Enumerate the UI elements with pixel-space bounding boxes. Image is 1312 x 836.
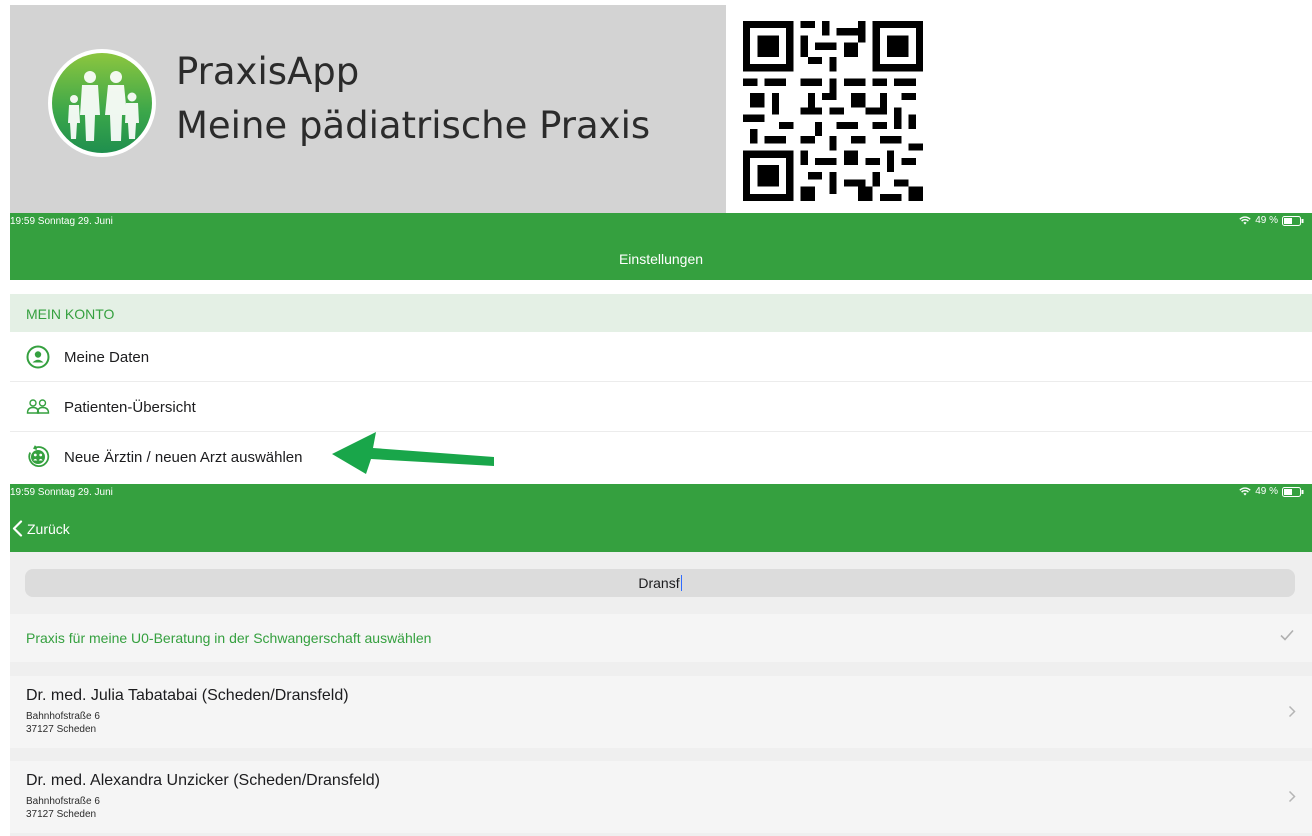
page-title: Einstellungen [618, 251, 704, 267]
search-nav-bar: 19:59 Sonntag 29. Juni 49 % Zurück [10, 484, 1312, 552]
search-results-view: Dransf Praxis für meine U0-Beratung in d… [10, 552, 1312, 836]
section-label: MEIN KONTO [26, 306, 115, 322]
status-time: 19:59 Sonntag 29. Juni [10, 216, 113, 227]
settings-item-label: Meine Daten [64, 349, 150, 366]
search-input-value: Dransf [638, 575, 680, 591]
u0-practice-option[interactable]: Praxis für meine U0-Beratung in der Schw… [10, 614, 1312, 662]
status-indicators: 49 % [1239, 215, 1304, 226]
battery-icon [1282, 486, 1304, 497]
settings-item-label: Neue Ärztin / neuen Arzt auswählen [64, 449, 303, 466]
checkmark-icon [1280, 629, 1294, 641]
battery-percent: 49 % [1255, 215, 1278, 226]
status-bar: 19:59 Sonntag 29. Juni 49 % [10, 484, 1312, 502]
settings-item-neue-aerztin[interactable]: Neue Ärztin / neuen Arzt auswählen [10, 432, 1312, 482]
status-bar: 19:59 Sonntag 29. Juni 49 % [10, 213, 1312, 231]
doctor-name: Dr. med. Alexandra Unzicker (Scheden/Dra… [26, 772, 380, 789]
arrow-annotation-icon [332, 432, 494, 474]
doctor-street: Bahnhofstraße 6 [26, 711, 100, 722]
battery-percent: 49 % [1255, 486, 1278, 497]
back-button[interactable]: Zurück [10, 518, 76, 539]
doctor-street: Bahnhofstraße 6 [26, 796, 100, 807]
back-label: Zurück [27, 520, 70, 537]
u0-option-label: Praxis für meine U0-Beratung in der Schw… [26, 630, 432, 646]
doctor-city: 37127 Scheden [26, 724, 97, 735]
wifi-icon [1239, 487, 1251, 496]
person-circle-icon [26, 345, 50, 369]
chevron-left-icon [12, 520, 23, 537]
doctor-city: 37127 Scheden [26, 809, 97, 820]
people-icon [26, 399, 50, 414]
status-indicators: 49 % [1239, 486, 1304, 497]
section-header-account: MEIN KONTO [10, 294, 1312, 332]
app-tagline: Meine pädiatrische Praxis [176, 104, 651, 147]
settings-item-meine-daten[interactable]: Meine Daten [10, 332, 1312, 382]
praxisapp-logo [48, 49, 156, 157]
doctor-list-item[interactable]: Dr. med. Julia Tabatabai (Scheden/Dransf… [10, 676, 1312, 748]
family-refresh-icon [28, 445, 50, 467]
settings-nav-bar: 19:59 Sonntag 29. Juni 49 % Einstellunge… [10, 213, 1312, 280]
search-input[interactable]: Dransf [25, 569, 1295, 597]
app-title: PraxisApp [176, 50, 360, 93]
settings-item-label: Patienten-Übersicht [64, 399, 196, 416]
settings-item-patienten-uebersicht[interactable]: Patienten-Übersicht [10, 382, 1312, 432]
wifi-icon [1239, 216, 1251, 225]
doctor-name: Dr. med. Julia Tabatabai (Scheden/Dransf… [26, 687, 349, 704]
doctor-list-item[interactable]: Dr. med. Alexandra Unzicker (Scheden/Dra… [10, 761, 1312, 833]
qr-code [743, 21, 923, 201]
chevron-right-icon [1288, 705, 1296, 718]
promo-banner: PraxisApp Meine pädiatrische Praxis [10, 5, 726, 213]
battery-icon [1282, 215, 1304, 226]
status-time: 19:59 Sonntag 29. Juni [10, 487, 113, 498]
text-caret [680, 575, 682, 591]
chevron-right-icon [1288, 790, 1296, 803]
